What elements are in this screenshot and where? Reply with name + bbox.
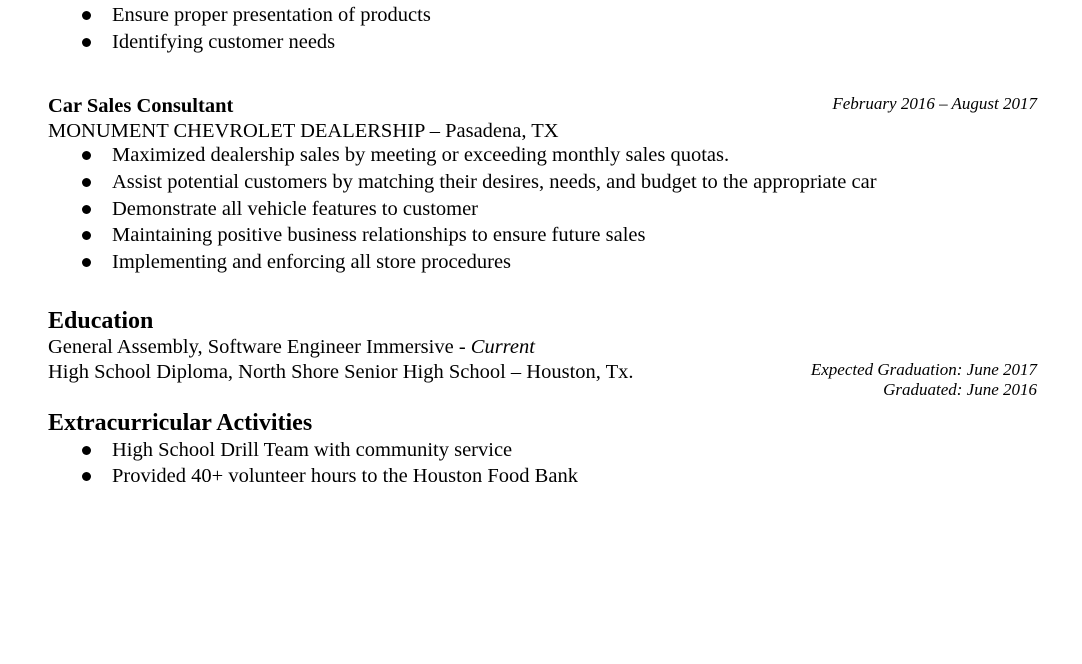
list-item: Maximized dealership sales by meeting or… [0,142,1082,168]
education-status: Current [470,336,535,358]
bullet-icon [82,38,91,47]
bullet-icon [82,446,91,455]
bullet-text: Provided 40+ volunteer hours to the Hous… [112,465,578,487]
extracurricular-heading: Extracurricular Activities [48,410,313,436]
list-item: Provided 40+ volunteer hours to the Hous… [0,463,1082,489]
bullet-icon [82,178,91,187]
bullet-icon [82,151,91,160]
expected-graduation: Expected Graduation: June 2017 [810,360,1037,379]
education-heading: Education [48,308,154,334]
bullet-text: High School Drill Team with community se… [112,439,513,461]
list-item: Ensure proper presentation of products [0,2,1082,28]
bullet-icon [82,258,91,267]
bullet-text: Ensure proper presentation of products [112,4,431,26]
list-item: Identifying customer needs [0,29,1082,55]
list-item: Maintaining positive business relationsh… [0,222,1082,248]
job-employer: MONUMENT CHEVROLET DEALERSHIP – Pasadena… [48,120,559,142]
list-item: Demonstrate all vehicle features to cust… [0,196,1082,222]
bullet-icon [82,472,91,481]
bullet-icon [82,205,91,214]
education-entry-high-school: High School Diploma, North Shore Senior … [48,361,634,383]
list-item: Assist potential customers by matching t… [0,169,1082,195]
bullet-text: Implementing and enforcing all store pro… [112,251,512,273]
bullet-text: Assist potential customers by matching t… [112,171,877,193]
bullet-icon [82,11,91,20]
bullet-text: Identifying customer needs [112,31,336,53]
job-dates: February 2016 – August 2017 [832,94,1037,113]
resume-page: Ensure proper presentation of products I… [0,0,1082,664]
education-entry-general-assembly: General Assembly, Software Engineer Imme… [48,334,535,360]
list-item: High School Drill Team with community se… [0,437,1082,463]
bullet-icon [82,231,91,240]
graduated-date: Graduated: June 2016 [883,380,1037,399]
job-title: Car Sales Consultant [48,95,234,117]
bullet-text: Demonstrate all vehicle features to cust… [112,198,479,220]
list-item: Implementing and enforcing all store pro… [0,249,1082,275]
bullet-text: Maximized dealership sales by meeting or… [112,144,730,166]
bullet-text: Maintaining positive business relationsh… [112,224,646,246]
education-entry-text: General Assembly, Software Engineer Imme… [48,336,471,358]
